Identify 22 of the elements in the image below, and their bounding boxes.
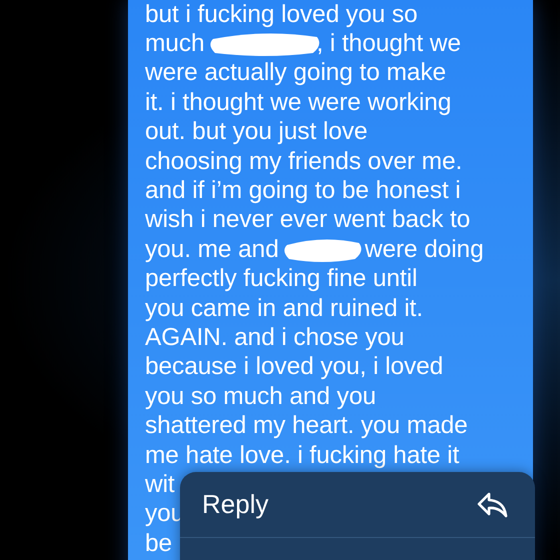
- message-text: me hate love. i fucking hate it: [145, 442, 460, 470]
- message-text: be: [145, 530, 172, 558]
- message-text: were doing: [364, 236, 484, 264]
- message-text: you came in and ruined it.: [145, 294, 423, 323]
- message-text: perfectly fucking fine until: [145, 265, 418, 294]
- message-text: you. me and: [145, 236, 279, 264]
- message-text: shattered my heart. you made: [145, 412, 468, 440]
- message-text: much: [145, 30, 205, 58]
- message-text: out. but you just love: [145, 118, 368, 146]
- message-text: it. i thought we were working: [145, 88, 452, 117]
- message-text: , i thought we: [316, 30, 461, 58]
- message-text: you so much and you: [145, 382, 376, 411]
- reply-icon: [477, 490, 509, 518]
- menu-item[interactable]: Reply: [180, 472, 535, 538]
- message-text: choosing my friends over me.: [145, 148, 462, 176]
- message-text: wish i never ever went back to: [145, 206, 470, 234]
- message-text: wit: [145, 470, 175, 499]
- message-text: but i fucking loved you so: [145, 0, 418, 29]
- message-text: and if i’m going to be honest i: [145, 177, 461, 206]
- message-text: were actually going to make: [145, 59, 446, 88]
- message-text: because i loved you, i loved: [145, 353, 444, 382]
- message-text: AGAIN. and i chose you: [145, 324, 404, 352]
